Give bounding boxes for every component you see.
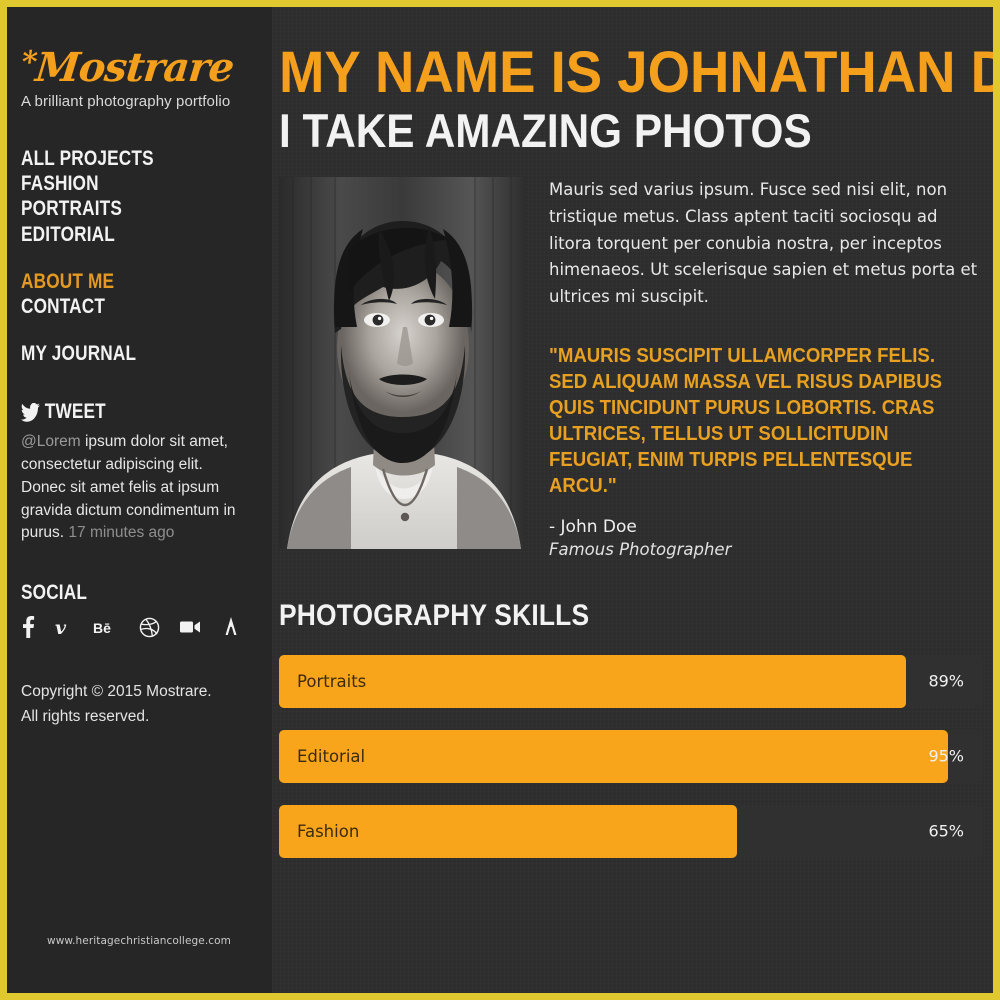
- skill-progress-bar: [279, 654, 906, 708]
- watermark-url: www.heritagechristiancollege.com: [47, 935, 231, 947]
- skills-section: PHOTOGRAPHY SKILLS Portraits 89% Editori…: [279, 599, 993, 858]
- forrst-icon[interactable]: [222, 616, 240, 638]
- copyright-line-1: Copyright © 2015 Mostrare.: [21, 683, 212, 701]
- social-icon-list: v Bē: [21, 616, 272, 639]
- vimeo-icon[interactable]: v: [55, 616, 73, 638]
- tweet-widget: TWEET @Lorem ipsum dolor sit amet, conse…: [21, 400, 272, 545]
- about-paragraph: Mauris sed varius ipsum. Fusce sed nisi …: [549, 180, 978, 307]
- skill-label: Editorial: [297, 746, 366, 766]
- sidebar: *Mostrare A brilliant photography portfo…: [7, 7, 272, 993]
- tweet-timestamp: 17 minutes ago: [68, 524, 175, 542]
- sidebar-item-portraits[interactable]: PORTRAITS: [21, 196, 227, 221]
- skill-row-fashion: Fashion 65%: [279, 804, 983, 858]
- sidebar-item-contact[interactable]: CONTACT: [21, 294, 227, 319]
- portrait-photo: [279, 177, 525, 550]
- testimonial-citation: - John Doe Famous Photographer: [549, 517, 983, 559]
- nav-group-pages: ABOUT ME CONTACT: [21, 269, 272, 319]
- page-title: MY NAME IS JOHNATHAN DOE: [279, 40, 993, 105]
- copyright: Copyright © 2015 Mostrare. All rights re…: [21, 680, 272, 730]
- sidebar-item-about-me[interactable]: ABOUT ME: [21, 269, 227, 294]
- twitter-bird-icon: [21, 402, 41, 422]
- tweet-text: @Lorem ipsum dolor sit amet, consectetur…: [21, 431, 239, 545]
- tweet-heading-label: TWEET: [44, 400, 106, 424]
- skill-label: Portraits: [297, 671, 367, 691]
- nav-group-journal: MY JOURNAL: [21, 341, 272, 366]
- svg-text:Bē: Bē: [93, 620, 111, 636]
- copyright-line-2: All rights reserved.: [21, 708, 150, 726]
- facebook-icon[interactable]: [21, 616, 35, 639]
- sidebar-item-editorial[interactable]: EDITORIAL: [21, 222, 227, 247]
- skill-percent: 65%: [928, 821, 964, 841]
- page-frame: *Mostrare A brilliant photography portfo…: [0, 0, 1000, 1000]
- behance-icon[interactable]: Bē: [93, 616, 119, 638]
- skill-percent: 89%: [928, 671, 964, 691]
- tweet-handle[interactable]: @Lorem: [21, 433, 81, 450]
- citation-name: - John Doe: [549, 516, 637, 537]
- skill-label: Fashion: [297, 821, 360, 841]
- vine-video-icon[interactable]: [180, 619, 202, 635]
- sidebar-item-all-projects[interactable]: ALL PROJECTS: [21, 146, 227, 171]
- skill-progress-bar: [279, 729, 948, 783]
- hero-header: MY NAME IS JOHNATHAN DOE I TAKE AMAZING …: [279, 7, 993, 157]
- citation-role: Famous Photographer: [549, 539, 732, 559]
- site-tagline: A brilliant photography portfolio: [21, 93, 231, 110]
- dribbble-icon[interactable]: [139, 617, 160, 638]
- skill-percent: 95%: [928, 746, 964, 766]
- nav-group-projects: ALL PROJECTS FASHION PORTRAITS EDITORIAL: [21, 146, 272, 247]
- skill-row-portraits: Portraits 89%: [279, 654, 983, 708]
- sidebar-item-fashion[interactable]: FASHION: [21, 171, 227, 196]
- skills-heading: PHOTOGRAPHY SKILLS: [279, 598, 590, 632]
- svg-text:v: v: [55, 617, 67, 638]
- about-text: Mauris sed varius ipsum. Fusce sed nisi …: [549, 177, 993, 559]
- sidebar-item-my-journal[interactable]: MY JOURNAL: [21, 341, 227, 366]
- site-logo[interactable]: *Mostrare: [19, 44, 274, 91]
- page-subtitle: I TAKE AMAZING PHOTOS: [279, 103, 812, 157]
- tweet-heading: TWEET: [21, 400, 227, 424]
- main-navigation: ALL PROJECTS FASHION PORTRAITS EDITORIAL…: [21, 146, 272, 366]
- social-widget: SOCIAL v Bē: [21, 581, 272, 639]
- skill-row-editorial: Editorial 95%: [279, 729, 983, 783]
- main-content: MY NAME IS JOHNATHAN DOE I TAKE AMAZING …: [272, 7, 993, 993]
- logo-text: Mostrare: [33, 44, 236, 91]
- testimonial-quote: "MAURIS SUSCIPIT ULLAMCORPER FELIS. SED …: [549, 344, 943, 497]
- about-section: Mauris sed varius ipsum. Fusce sed nisi …: [279, 177, 993, 559]
- social-heading-label: SOCIAL: [21, 581, 88, 605]
- social-heading: SOCIAL: [21, 581, 227, 605]
